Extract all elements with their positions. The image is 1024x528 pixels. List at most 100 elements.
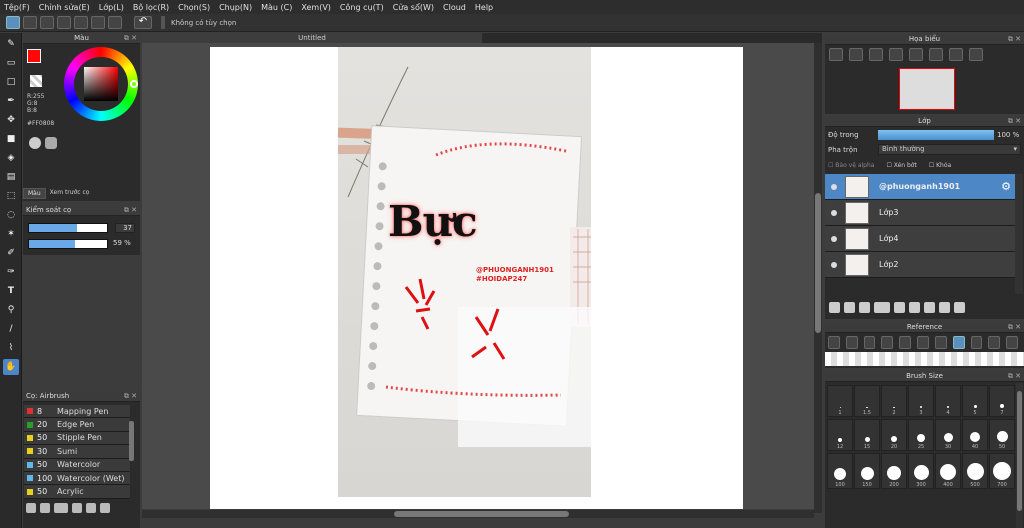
brush-item[interactable]: 50 Stipple Pen xyxy=(24,431,130,446)
undo-icon[interactable]: ↶ xyxy=(134,16,152,29)
brush-item[interactable]: 100 Watercolor (Wet) xyxy=(24,471,130,486)
zoom-out-icon[interactable] xyxy=(849,48,863,61)
transparent-color-swatch[interactable] xyxy=(30,75,42,87)
marquee-tool-icon[interactable]: ⬚ xyxy=(3,188,19,204)
cloud-icon[interactable] xyxy=(40,16,54,29)
layer-opacity-slider[interactable] xyxy=(878,130,994,140)
delete-layer-icon[interactable] xyxy=(954,302,965,313)
reset-icon[interactable] xyxy=(929,48,943,61)
brush-size-option[interactable]: 1 xyxy=(827,385,853,417)
brush-item[interactable]: 30 Sumi xyxy=(24,445,130,459)
cloud-icon[interactable] xyxy=(828,336,840,349)
duplicate-icon[interactable] xyxy=(100,503,110,513)
menu-item[interactable]: Công cụ(T) xyxy=(340,3,384,12)
export-icon[interactable] xyxy=(23,16,37,29)
close-icon[interactable]: ⧉ ✕ xyxy=(124,205,137,216)
menu-item[interactable]: Cloud xyxy=(443,3,466,12)
brush-size-scrollbar[interactable] xyxy=(1016,383,1023,528)
blend-mode-select[interactable]: Bình thường ▾ xyxy=(878,144,1021,155)
copy-brush-icon[interactable] xyxy=(72,503,82,513)
magic-wand-tool-icon[interactable]: ✶ xyxy=(3,226,19,242)
clipping-checkbox[interactable]: ☐ Xén bớt xyxy=(886,162,916,169)
tab-brush-preview[interactable]: Xem trước cọ xyxy=(46,188,94,199)
text-tool-icon[interactable]: T xyxy=(3,283,19,299)
layer-add-menu-icon[interactable] xyxy=(874,302,890,313)
gradient-tool-icon[interactable]: ▤ xyxy=(3,169,19,185)
smudge-tool-icon[interactable]: / xyxy=(3,321,19,337)
comment-icon[interactable] xyxy=(57,16,71,29)
select-eraser-tool-icon[interactable]: ✑ xyxy=(3,264,19,280)
bucket-tool-icon[interactable]: ◈ xyxy=(3,150,19,166)
tab-color[interactable]: Màu xyxy=(23,188,46,199)
zoom-in-icon[interactable] xyxy=(881,336,894,349)
new-8bit-layer-icon[interactable] xyxy=(859,302,870,313)
visibility-icon[interactable] xyxy=(831,261,837,268)
new-halftone-layer-icon[interactable] xyxy=(844,302,855,313)
brush-size-option[interactable]: 25 xyxy=(908,419,934,451)
layout-icon[interactable] xyxy=(91,16,105,29)
rect-select-tool-icon[interactable]: □ xyxy=(3,74,19,90)
zoom-out-icon[interactable] xyxy=(917,336,929,349)
merge-icon[interactable] xyxy=(924,302,935,313)
new-layer-icon[interactable] xyxy=(829,302,840,313)
folder-icon[interactable] xyxy=(86,503,96,513)
open-icon[interactable] xyxy=(845,336,858,349)
protect-alpha-checkbox[interactable]: ☐ Bảo vệ alpha xyxy=(828,162,874,169)
reset-icon[interactable] xyxy=(988,336,1001,349)
brush-size-option[interactable]: 1.5 xyxy=(854,385,880,417)
brush-size-option[interactable]: 40 xyxy=(962,419,988,451)
hand-tool-icon[interactable]: ✋ xyxy=(3,359,19,375)
menu-item[interactable]: Chỉnh sửa(E) xyxy=(39,3,90,12)
brush-list-scrollbar[interactable] xyxy=(129,421,134,461)
document-tab[interactable]: Untitled xyxy=(142,33,482,43)
cloud-brush-icon[interactable] xyxy=(26,503,36,513)
saturation-square[interactable] xyxy=(84,67,118,101)
duplicate-layer-icon[interactable] xyxy=(894,302,905,313)
hue-wheel[interactable] xyxy=(64,47,138,121)
pen-tool-icon[interactable]: ✒ xyxy=(3,93,19,109)
fit-icon[interactable] xyxy=(899,336,912,349)
lock-checkbox[interactable]: ☐ Khóa xyxy=(929,162,951,169)
brush-menu-icon[interactable] xyxy=(54,503,68,513)
rotate-left-icon[interactable] xyxy=(909,48,923,61)
brush-size-option[interactable]: 5 xyxy=(962,385,988,417)
brush-size-option[interactable]: 700 xyxy=(989,453,1015,489)
folder-icon[interactable] xyxy=(909,302,920,313)
pages-icon[interactable] xyxy=(108,16,122,29)
move-tool-icon[interactable]: ✥ xyxy=(3,112,19,128)
opacity-slider[interactable] xyxy=(28,239,108,249)
size-slider[interactable] xyxy=(28,223,108,233)
brush-size-option[interactable]: 50 xyxy=(989,419,1015,451)
brush-item[interactable]: 20 Edge Pen xyxy=(24,418,130,432)
brush-item[interactable]: 50 Acrylic xyxy=(24,485,130,499)
layer-row[interactable]: @phuonganh1901 ⚙ xyxy=(825,174,1015,200)
eyedropper-tool-icon[interactable]: ⌇ xyxy=(3,340,19,356)
brush-size-option[interactable]: 200 xyxy=(881,453,907,489)
brush-size-option[interactable]: 20 xyxy=(881,419,907,451)
menu-item[interactable]: Chụp(N) xyxy=(219,3,252,12)
brush-size-option[interactable]: 100 xyxy=(827,453,853,489)
layer-row[interactable]: Lớp4 xyxy=(825,226,1015,252)
hand-mode-icon[interactable] xyxy=(6,16,20,29)
menu-item[interactable]: Tệp(F) xyxy=(4,3,30,12)
new-brush-icon[interactable] xyxy=(40,503,50,513)
close-icon[interactable]: ⧉ ✕ xyxy=(1008,116,1021,127)
brush-size-option[interactable]: 12 xyxy=(827,419,853,451)
reference-view[interactable] xyxy=(825,352,1024,366)
brush-size-option[interactable]: 150 xyxy=(854,453,880,489)
eraser-tool-icon[interactable]: ▭ xyxy=(3,55,19,71)
flip-icon[interactable] xyxy=(969,48,983,61)
brush-size-option[interactable]: 4 xyxy=(935,385,961,417)
brush-item[interactable]: 8 Mapping Pen xyxy=(24,405,130,419)
menu-item[interactable]: Help xyxy=(475,3,493,12)
brush-size-option[interactable]: 300 xyxy=(908,453,934,489)
layers-scrollbar[interactable] xyxy=(1015,174,1023,294)
brush-size-option[interactable]: 400 xyxy=(935,453,961,489)
close-icon[interactable]: ⧉ ✕ xyxy=(1008,322,1021,333)
menu-item[interactable]: Bộ lọc(R) xyxy=(133,3,169,12)
lasso-tool-icon[interactable]: ◌ xyxy=(3,207,19,223)
close-icon[interactable]: ⧉ ✕ xyxy=(124,391,137,402)
palette-icon[interactable] xyxy=(29,137,41,149)
brush-size-option[interactable]: 15 xyxy=(854,419,880,451)
horizontal-scrollbar[interactable] xyxy=(142,510,814,518)
